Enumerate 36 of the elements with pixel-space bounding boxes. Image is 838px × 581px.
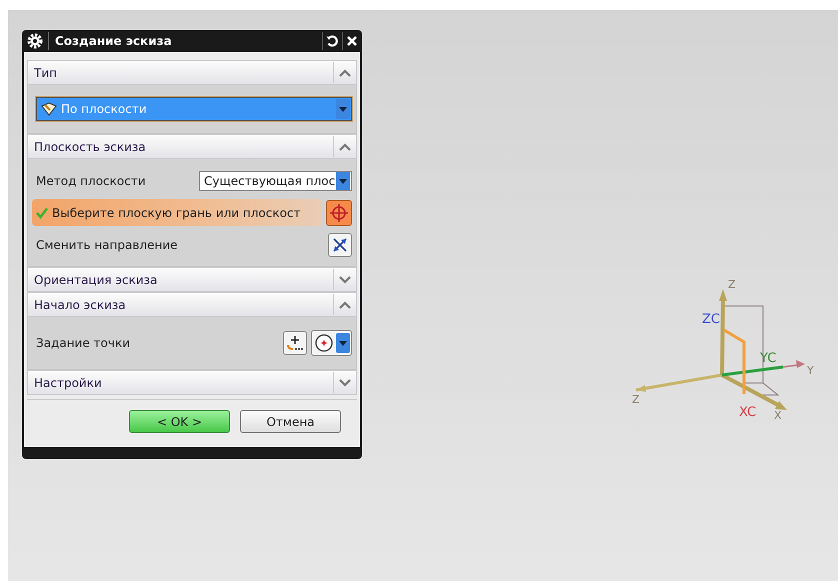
section-header[interactable]: Настройки — [27, 370, 357, 395]
method-dropdown[interactable]: Существующая плос — [199, 170, 352, 190]
axis-label: XC — [739, 405, 756, 420]
close-icon[interactable] — [346, 35, 358, 47]
section-header[interactable]: Ориентация эскиза — [27, 267, 357, 292]
dropdown-arrow-icon[interactable] — [336, 172, 350, 190]
point-circle-icon[interactable] — [313, 332, 335, 354]
cancel-button[interactable]: Отмена — [240, 410, 341, 433]
point-type-dropdown[interactable] — [311, 330, 352, 356]
axis-label: Y — [807, 364, 814, 377]
section-header[interactable]: Тип — [27, 60, 357, 85]
settings-icon[interactable] — [27, 33, 43, 49]
axis-label: ZC — [702, 312, 720, 327]
selection-prompt: Выберите плоскую грань или плоскост — [52, 206, 301, 220]
section-header[interactable]: Плоскость эскиза — [27, 134, 357, 159]
reset-icon[interactable] — [326, 35, 338, 47]
axis-label: X — [774, 409, 782, 422]
field-label: Сменить направление — [36, 238, 179, 252]
field-label: Метод плоскости — [36, 174, 147, 188]
ok-button[interactable]: < OK > — [129, 410, 230, 433]
collapse-chevron-icon[interactable] — [339, 68, 351, 76]
expand-chevron-icon[interactable] — [339, 276, 351, 284]
reset-button[interactable] — [322, 32, 340, 50]
checkmark-icon — [36, 206, 48, 218]
expand-chevron-icon[interactable] — [339, 378, 351, 386]
close-button[interactable] — [342, 32, 360, 50]
axis-label: Z — [632, 393, 640, 406]
axis-label: Z — [728, 278, 736, 291]
section-header[interactable]: Начало эскиза — [27, 292, 357, 317]
window-title: Создание эскиза — [55, 34, 173, 48]
collapse-chevron-icon[interactable] — [339, 300, 351, 308]
reverse-direction-button[interactable] — [328, 232, 352, 256]
collapse-chevron-icon[interactable] — [339, 142, 351, 150]
sketch-plane-icon — [41, 102, 57, 116]
field-label: Задание точки — [36, 336, 132, 350]
reverse-arrows-icon[interactable] — [332, 236, 348, 252]
